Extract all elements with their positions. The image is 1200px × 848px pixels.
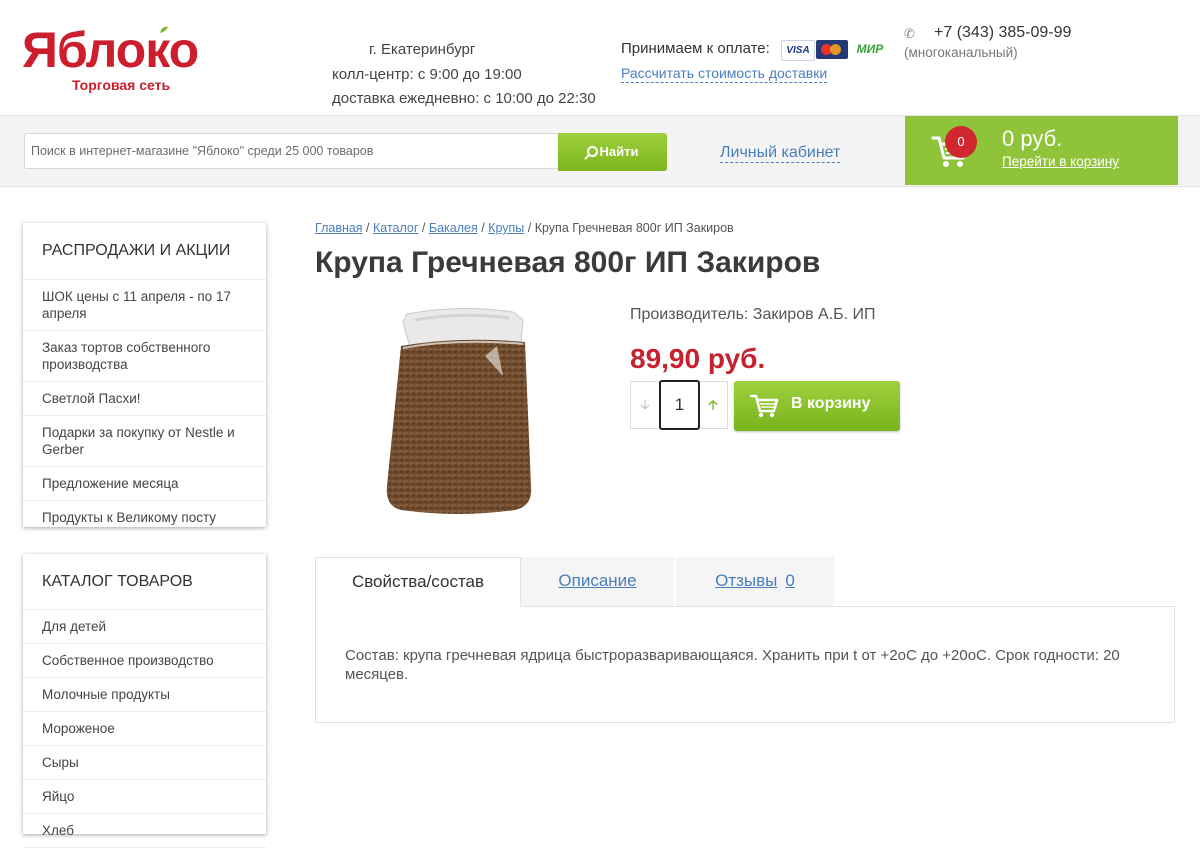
tab-properties-label: Свойства/состав (351, 572, 485, 591)
store-contacts: г. Екатеринбург колл-центр: с 9:00 до 19… (332, 38, 596, 112)
catalog-panel: КАТАЛОГ ТОВАРОВ Для детей Собственное пр… (23, 554, 266, 848)
catalog-item[interactable]: Яйцо (23, 780, 266, 814)
breadcrumb-separator: / (524, 221, 535, 235)
composition-text: Состав: крупа гречневая ядрица быстрораз… (345, 647, 1120, 683)
logo-subtitle: Торговая сеть (72, 77, 171, 93)
city-label: г. Екатеринбург (369, 41, 476, 58)
catalog-item[interactable]: Мороженое (23, 712, 266, 746)
search-button[interactable]: Найти (558, 133, 667, 171)
qty-increase-arrow-icon[interactable]: 🡡 (699, 382, 727, 428)
sales-item[interactable]: Предложение месяца (23, 467, 266, 501)
tab-reviews-label: Отзывы (715, 571, 778, 590)
breadcrumb-cereals[interactable]: Крупы (488, 221, 524, 235)
breadcrumb-grocery[interactable]: Бакалея (429, 221, 478, 235)
breadcrumb-separator: / (477, 221, 489, 235)
breadcrumb-current: Крупа Гречневая 800г ИП Закиров (534, 221, 734, 235)
add-to-cart-label: В корзину (791, 395, 871, 412)
breadcrumb-separator: / (362, 221, 373, 235)
payment-label: Принимаем к оплате: (621, 40, 770, 57)
breadcrumb: Главная / Каталог / Бакалея / Крупы / Кр… (315, 221, 734, 235)
delivery-hours: доставка ежедневно: с 10:00 до 22:30 (332, 90, 596, 107)
tab-description[interactable]: Описание (521, 557, 674, 606)
sales-item[interactable]: Подарки за покупку от Nestle и Gerber (23, 416, 266, 467)
cart-sum: 0 руб. (1002, 126, 1063, 151)
cart-icon (750, 394, 779, 418)
catalog-panel-title: КАТАЛОГ ТОВАРОВ (23, 554, 266, 610)
breadcrumb-home[interactable]: Главная (315, 221, 363, 235)
breadcrumb-separator: / (418, 221, 429, 235)
sales-item[interactable]: Заказ тортов собственного производства (23, 331, 266, 382)
go-to-cart-link[interactable]: Перейти в корзину (1002, 154, 1119, 169)
search-form: Найти (24, 133, 667, 171)
visa-icon: VISA (781, 40, 815, 61)
sales-panel: РАСПРОДАЖИ И АКЦИИ ШОК цены с 11 апреля … (23, 223, 266, 527)
tab-description-label: Описание (558, 571, 637, 590)
quantity-stepper: 🡣 🡡 (630, 380, 728, 430)
search-icon (586, 146, 598, 157)
cart-widget[interactable]: 0 руб. Перейти в корзину (905, 116, 1178, 185)
mir-icon: МИР (856, 42, 884, 56)
account-link[interactable]: Личный кабинет (720, 143, 841, 163)
catalog-item[interactable]: Для детей (23, 610, 266, 644)
phone-icon: ✆ (904, 26, 915, 41)
call-center-hours: колл-центр: с 9:00 до 19:00 (332, 65, 522, 83)
page-title: Крупа Гречневая 800г ИП Закиров (315, 246, 821, 279)
quantity-input[interactable] (659, 380, 700, 430)
phone-note: (многоканальный) (904, 45, 1018, 60)
site-logo[interactable]: Яблоко Торговая сеть (22, 20, 227, 100)
apple-icon (160, 26, 168, 33)
phone-number[interactable]: +7 (343) 385-09-99 (934, 24, 1071, 42)
catalog-item[interactable]: Молочные продукты (23, 678, 266, 712)
search-input[interactable] (24, 133, 559, 169)
add-to-cart-button[interactable]: В корзину (734, 381, 900, 431)
breadcrumb-catalog[interactable]: Каталог (373, 221, 418, 235)
tab-properties[interactable]: Свойства/состав (315, 557, 521, 607)
product-maker: Производитель: Закиров А.Б. ИП (630, 306, 876, 323)
product-price: 89,90 руб. (630, 343, 766, 374)
cart-count-badge: 0 (945, 126, 977, 158)
catalog-item[interactable]: Хлеб (23, 814, 266, 848)
catalog-item[interactable]: Собственное производство (23, 644, 266, 678)
sales-panel-title: РАСПРОДАЖИ И АКЦИИ (23, 223, 266, 280)
search-bar: Найти Личный кабинет 0 руб. Перейти в ко… (0, 115, 1200, 187)
sales-item[interactable]: Светлой Пасхи! (23, 382, 266, 416)
sales-item[interactable]: Продукты к Великому посту (23, 501, 266, 534)
catalog-item[interactable]: Сыры (23, 746, 266, 780)
qty-decrease-arrow-icon[interactable]: 🡣 (631, 382, 659, 428)
sales-item[interactable]: ШОК цены с 11 апреля - по 17 апреля (23, 280, 266, 331)
reviews-count: 0 (785, 571, 795, 590)
delivery-cost-link[interactable]: Рассчитать стоимость доставки (621, 65, 828, 83)
mastercard-icon (816, 40, 848, 59)
search-button-label: Найти (599, 144, 639, 159)
product-image[interactable] (385, 306, 533, 516)
tab-reviews[interactable]: Отзывы 0 (676, 557, 834, 606)
site-header: Яблоко Торговая сеть г. Екатеринбург кол… (0, 0, 1200, 115)
